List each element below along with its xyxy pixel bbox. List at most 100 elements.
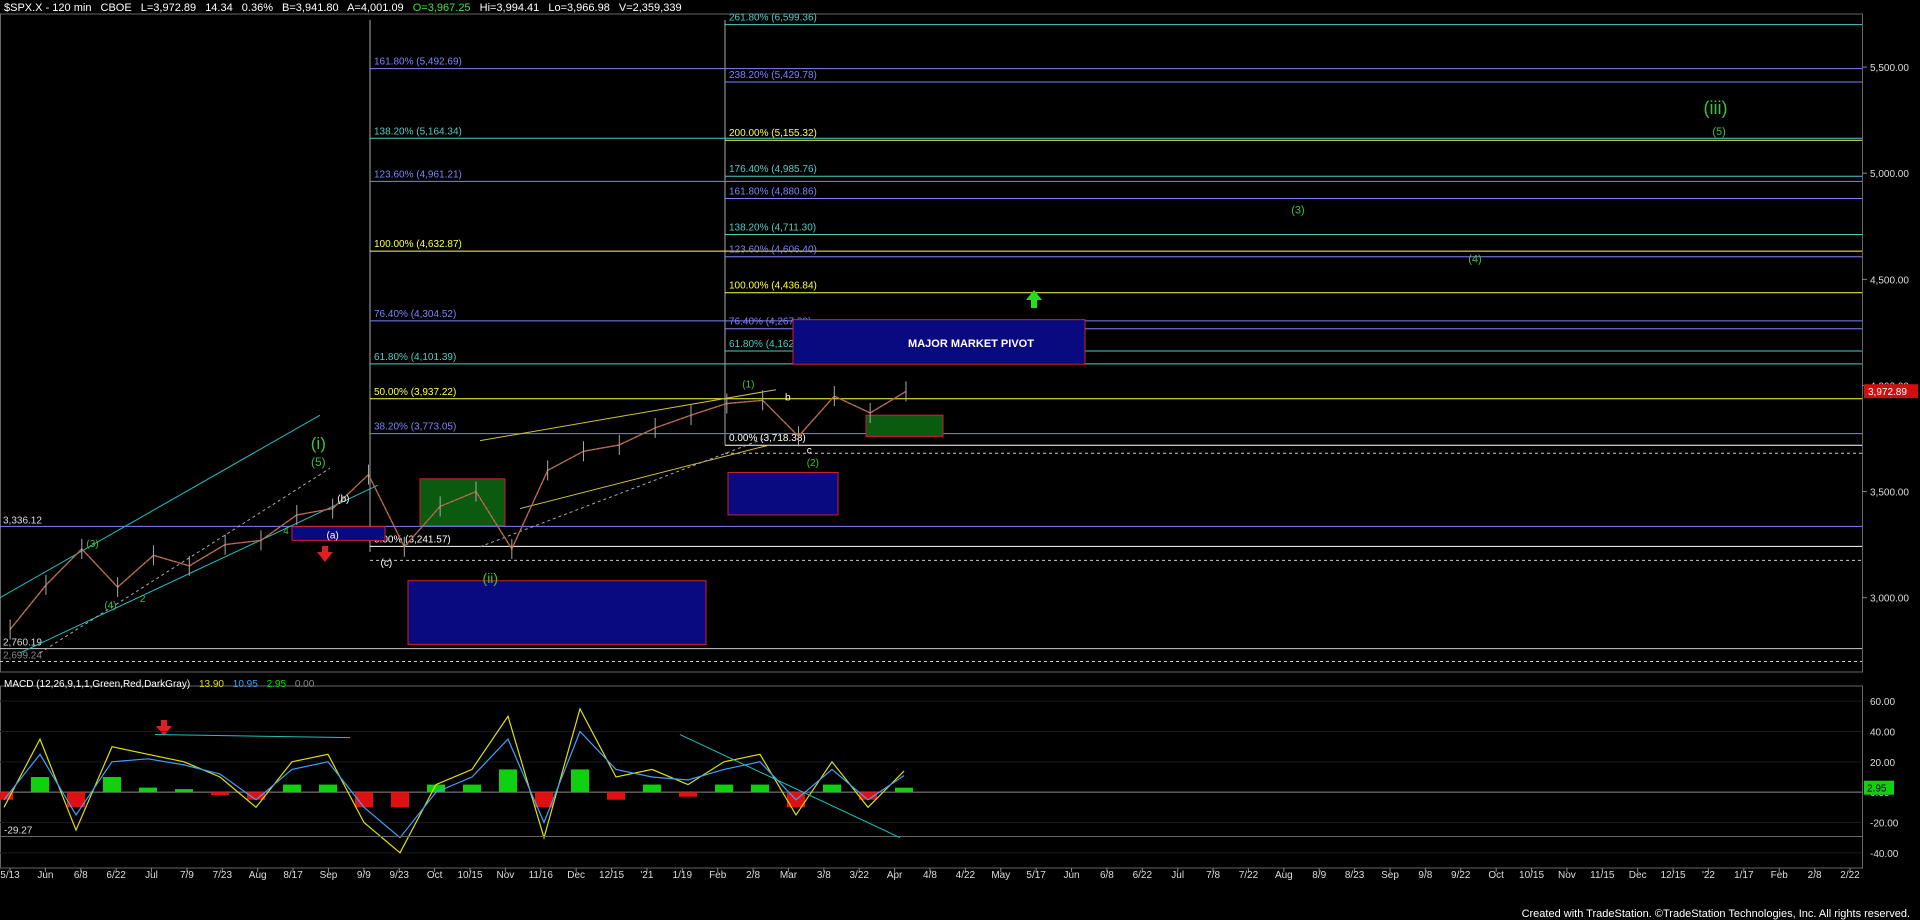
date-tick-label: Feb	[709, 870, 727, 881]
right-fib-label: 100.00% (4,436.84)	[729, 281, 817, 292]
volume-value: V=2,359,339	[618, 2, 682, 14]
right-fib-label: 161.80% (4,880.86)	[729, 186, 817, 197]
macd-tick-label: -20.00	[1870, 819, 1899, 830]
macd-histogram-bar	[463, 784, 481, 793]
date-tick-label: Mar	[780, 870, 798, 881]
target-zone-box	[407, 580, 707, 645]
date-tick-label: 9/22	[1451, 870, 1471, 881]
date-tick-label: 8/17	[283, 870, 303, 881]
date-tick-label: 9/23	[389, 870, 409, 881]
date-tick-label: 10/15	[1519, 870, 1544, 881]
date-tick-label: 11/16	[529, 870, 554, 881]
date-tick-label: Oct	[1488, 870, 1504, 881]
left-fib-label: 123.60% (4,961.21)	[374, 169, 462, 180]
right-fib-label: 176.40% (4,985.76)	[729, 164, 817, 175]
right-fib-label: 138.20% (4,711.30)	[729, 222, 816, 233]
macd-histogram-bar	[679, 792, 697, 797]
date-tick-label: 2/8	[1808, 870, 1822, 881]
date-tick-label: Feb	[1771, 870, 1789, 881]
date-tick-label: Nov	[1558, 870, 1576, 881]
macd-histogram-bar	[895, 787, 913, 793]
date-tick-label: 2/22	[1840, 870, 1860, 881]
price-tick-label: 5,000.00	[1870, 169, 1909, 180]
date-tick-label: 6/22	[106, 870, 126, 881]
ask-value: A=4,001.09	[347, 2, 404, 14]
macd-tick-label: 20.00	[1870, 758, 1895, 769]
left-fib-label: 138.20% (5,164.34)	[374, 126, 462, 137]
green-zone-box	[865, 414, 944, 437]
date-tick-label: 7/8	[1206, 870, 1220, 881]
macd-value-1: 13.90	[198, 679, 224, 690]
macd-histogram-bar	[607, 792, 625, 800]
footer-credit: Created with TradeStation. ©TradeStation…	[1521, 908, 1910, 920]
wave-label: b	[785, 392, 791, 403]
macd-histogram-bar	[571, 769, 589, 793]
right-fib-label: 238.20% (5,429.78)	[729, 70, 817, 81]
date-tick-label: 10/15	[457, 870, 482, 881]
date-tick-label: Oct	[427, 870, 443, 881]
wave-label: (2)	[807, 458, 819, 469]
date-tick-label: 6/8	[74, 870, 88, 881]
wave-label: (ii)	[483, 570, 499, 586]
right-fib-label: 200.00% (5,155.32)	[729, 128, 817, 139]
last-price: L=3,972.89	[140, 2, 197, 14]
price-tick-label: 3,000.00	[1870, 594, 1909, 605]
macd-histogram-bar	[823, 784, 841, 793]
wave-label: (3)	[1291, 205, 1304, 217]
macd-tick-label: 40.00	[1870, 728, 1895, 739]
macd-value-3: 2.95	[266, 679, 287, 690]
level-label: 2,760.19	[3, 638, 42, 649]
change-pct: 0.36%	[241, 2, 273, 14]
macd-histogram-bar	[139, 787, 157, 793]
macd-value-4: 0.00	[294, 679, 315, 690]
date-tick-label: 7/9	[180, 870, 194, 881]
macd-histogram-bar	[319, 784, 337, 793]
date-tick-label: May	[991, 870, 1010, 881]
macd-last-label: 2.95	[1867, 784, 1887, 795]
date-tick-label: 9/8	[1418, 870, 1432, 881]
left-fib-label: 38.20% (3,773.05)	[374, 422, 456, 433]
macd-histogram-bar	[499, 769, 517, 793]
wave-label: (b)	[337, 494, 349, 505]
date-tick-label: 4/22	[956, 870, 976, 881]
date-tick-label: 4/8	[923, 870, 937, 881]
wave-label: (4)	[104, 600, 116, 611]
date-tick-label: 12/15	[599, 870, 624, 881]
date-tick-label: Sep	[1381, 870, 1399, 881]
macd-histogram-bar	[103, 777, 121, 793]
macd-histogram-bar	[751, 784, 769, 793]
date-tick-label: Jun	[37, 870, 53, 881]
wave-label: (1)	[742, 380, 754, 391]
macd-tick-label: 60.00	[1870, 697, 1895, 708]
left-fib-label: 61.80% (4,101.39)	[374, 352, 456, 363]
date-tick-label: 8/9	[1312, 870, 1326, 881]
macd-label: MACD (12,26,9,1,1,Green,Red,DarkGray)	[4, 679, 191, 690]
macd-histogram-bar	[391, 792, 409, 808]
macd-histogram-bar	[175, 789, 193, 793]
wave-label: (iii)	[1704, 98, 1728, 118]
date-tick-label: 11/15	[1590, 870, 1615, 881]
date-tick-label: Nov	[496, 870, 514, 881]
wave-label: (3)	[86, 539, 98, 550]
date-tick-label: Jul	[1171, 870, 1184, 881]
date-tick-label: 5/13	[0, 870, 20, 881]
price-tick-label: 3,500.00	[1870, 488, 1909, 499]
support-zone-box	[727, 471, 839, 516]
date-tick-label: Sep	[320, 870, 338, 881]
macd-tick-label: -40.00	[1870, 849, 1899, 860]
date-tick-label: Jul	[145, 870, 158, 881]
change-value: 14.34	[205, 2, 233, 14]
left-fib-label: 161.80% (5,492.69)	[374, 57, 462, 68]
date-tick-label: 1/17	[1734, 870, 1754, 881]
wave-label: c	[807, 445, 812, 456]
date-tick-label: 8/23	[1345, 870, 1365, 881]
wave-label: 4	[283, 526, 289, 537]
date-tick-label: 5/17	[1026, 870, 1046, 881]
left-fib-label: 100.00% (4,632.87)	[374, 239, 462, 250]
symbol-label: $SPX.X - 120 min	[4, 2, 92, 14]
low-value: Lo=3,966.98	[548, 2, 610, 14]
date-tick-label: 2/8	[746, 870, 760, 881]
pivot-label: MAJOR MARKET PIVOT	[908, 338, 1034, 350]
macd-histogram-bar	[283, 784, 301, 793]
exchange-label: CBOE	[100, 2, 132, 14]
